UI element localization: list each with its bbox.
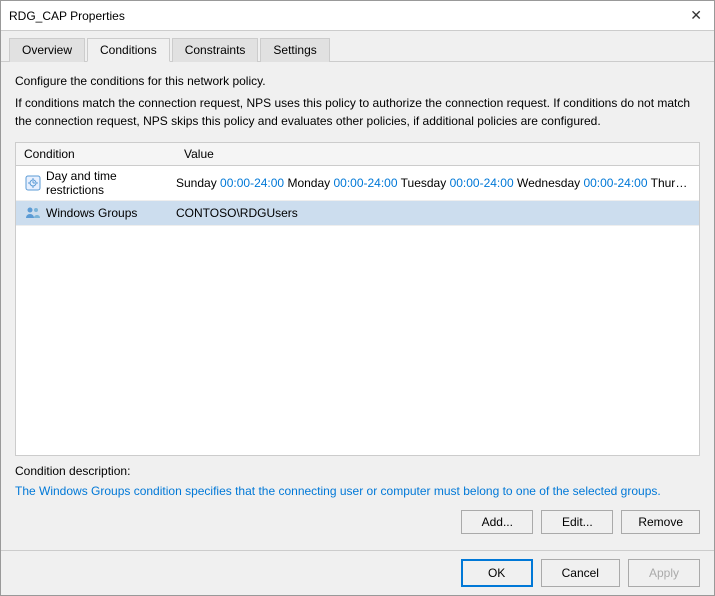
ok-button[interactable]: OK (461, 559, 533, 587)
properties-window: RDG_CAP Properties ✕ Overview Conditions… (0, 0, 715, 596)
window-title: RDG_CAP Properties (9, 9, 125, 23)
condition-name-2: Windows Groups (46, 206, 137, 220)
cancel-button[interactable]: Cancel (541, 559, 620, 587)
add-button[interactable]: Add... (461, 510, 533, 534)
conditions-table: Condition Value (15, 142, 700, 456)
condition-cell-2: Windows Groups (24, 204, 176, 222)
clock-icon (24, 174, 42, 192)
description-top: Configure the conditions for this networ… (15, 74, 700, 88)
group-icon (24, 204, 42, 222)
close-button[interactable]: ✕ (686, 7, 706, 24)
main-content: Configure the conditions for this networ… (1, 62, 714, 550)
value-cell-1: Sunday 00:00-24:00 Monday 00:00-24:00 Tu… (176, 176, 691, 190)
tab-settings[interactable]: Settings (260, 38, 329, 62)
action-buttons: Add... Edit... Remove (15, 510, 700, 538)
footer-buttons: OK Cancel Apply (1, 550, 714, 595)
edit-button[interactable]: Edit... (541, 510, 613, 534)
condition-description-section: Condition description: The Windows Group… (15, 464, 700, 500)
tab-conditions[interactable]: Conditions (87, 38, 170, 62)
title-bar: RDG_CAP Properties ✕ (1, 1, 714, 31)
condition-description-label: Condition description: (15, 464, 700, 478)
table-row[interactable]: Day and time restrictions Sunday 00:00-2… (16, 166, 699, 201)
tab-bar: Overview Conditions Constraints Settings (1, 31, 714, 62)
tab-overview[interactable]: Overview (9, 38, 85, 62)
condition-cell-1: Day and time restrictions (24, 169, 176, 197)
value-cell-2: CONTOSO\RDGUsers (176, 206, 691, 220)
col-header-condition: Condition (24, 147, 184, 161)
col-header-value: Value (184, 147, 691, 161)
table-header: Condition Value (16, 143, 699, 166)
tab-constraints[interactable]: Constraints (172, 38, 259, 62)
remove-button[interactable]: Remove (621, 510, 700, 534)
condition-description-text: The Windows Groups condition specifies t… (15, 482, 700, 500)
description-detail: If conditions match the connection reque… (15, 94, 700, 130)
apply-button[interactable]: Apply (628, 559, 700, 587)
table-row[interactable]: Windows Groups CONTOSO\RDGUsers (16, 201, 699, 226)
condition-name-1: Day and time restrictions (46, 169, 176, 197)
